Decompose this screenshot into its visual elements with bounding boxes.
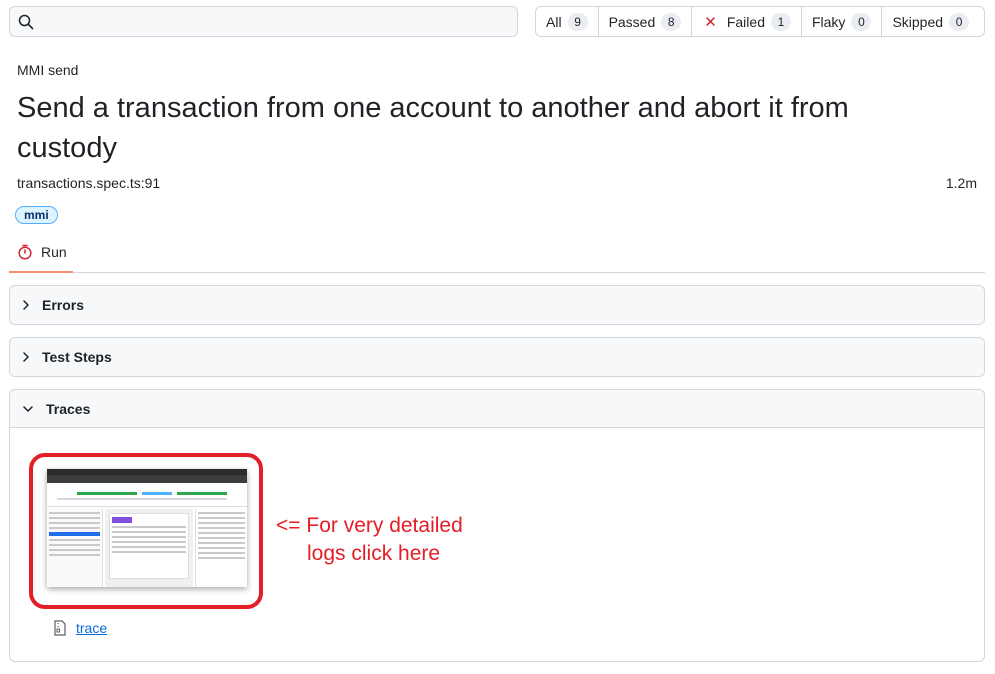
filter-passed[interactable]: Passed 8 xyxy=(599,7,693,36)
trace-thumbnail[interactable] xyxy=(47,469,247,587)
trace-link-row: trace xyxy=(53,620,107,636)
status-filter-bar: All 9 Passed 8 ✕ Failed 1 Flaky 0 Skippe… xyxy=(535,6,985,37)
test-steps-panel-title: Test Steps xyxy=(42,349,112,365)
filter-all-label: All xyxy=(546,13,562,30)
chevron-right-icon xyxy=(23,352,29,362)
annotation-line-1: <= For very detailed xyxy=(276,514,463,537)
filter-passed-label: Passed xyxy=(608,13,656,30)
errors-panel-title: Errors xyxy=(42,297,85,313)
tab-run-label: Run xyxy=(41,243,67,260)
filter-flaky-label: Flaky xyxy=(811,13,846,30)
errors-panel: Errors xyxy=(9,285,985,325)
filter-flaky-count: 0 xyxy=(851,12,872,31)
suite-name: MMI send xyxy=(17,62,79,78)
filter-failed[interactable]: ✕ Failed 1 xyxy=(692,7,802,36)
spec-file-location: transactions.spec.ts:91 xyxy=(17,175,161,191)
errors-panel-header[interactable]: Errors xyxy=(10,286,984,324)
filter-skipped-label: Skipped xyxy=(892,13,944,30)
tab-run[interactable]: Run xyxy=(9,232,73,273)
annotation-line-2: logs click here xyxy=(307,542,441,565)
search-input[interactable] xyxy=(9,6,518,37)
tag-badge[interactable]: mmi xyxy=(15,206,58,224)
filter-all-count: 9 xyxy=(567,12,588,31)
failed-x-icon: ✕ xyxy=(704,13,717,31)
chevron-down-icon xyxy=(23,405,33,412)
filter-all[interactable]: All 9 xyxy=(536,7,599,36)
search-icon xyxy=(18,14,34,30)
trace-highlight-frame xyxy=(29,453,263,609)
file-zip-icon xyxy=(54,620,66,636)
filter-skipped-count: 0 xyxy=(949,12,970,31)
filter-skipped[interactable]: Skipped 0 xyxy=(882,7,979,36)
filter-failed-label: Failed xyxy=(726,13,765,30)
filter-flaky[interactable]: Flaky 0 xyxy=(802,7,883,36)
traces-panel-title: Traces xyxy=(46,400,91,417)
test-duration: 1.2m xyxy=(945,175,977,191)
trace-link[interactable]: trace xyxy=(76,620,107,636)
tab-bar: Run xyxy=(9,232,985,273)
filter-passed-count: 8 xyxy=(661,12,682,31)
traces-panel-header[interactable]: Traces xyxy=(10,390,984,428)
chevron-right-icon xyxy=(23,300,29,310)
test-steps-panel: Test Steps xyxy=(9,337,985,377)
filter-failed-count: 1 xyxy=(770,12,791,31)
test-title: Send a transaction from one account to a… xyxy=(17,92,849,164)
annotation-note: <= For very detailed logs click here xyxy=(276,512,516,568)
stopwatch-icon xyxy=(18,244,32,260)
test-steps-panel-header[interactable]: Test Steps xyxy=(10,338,984,376)
